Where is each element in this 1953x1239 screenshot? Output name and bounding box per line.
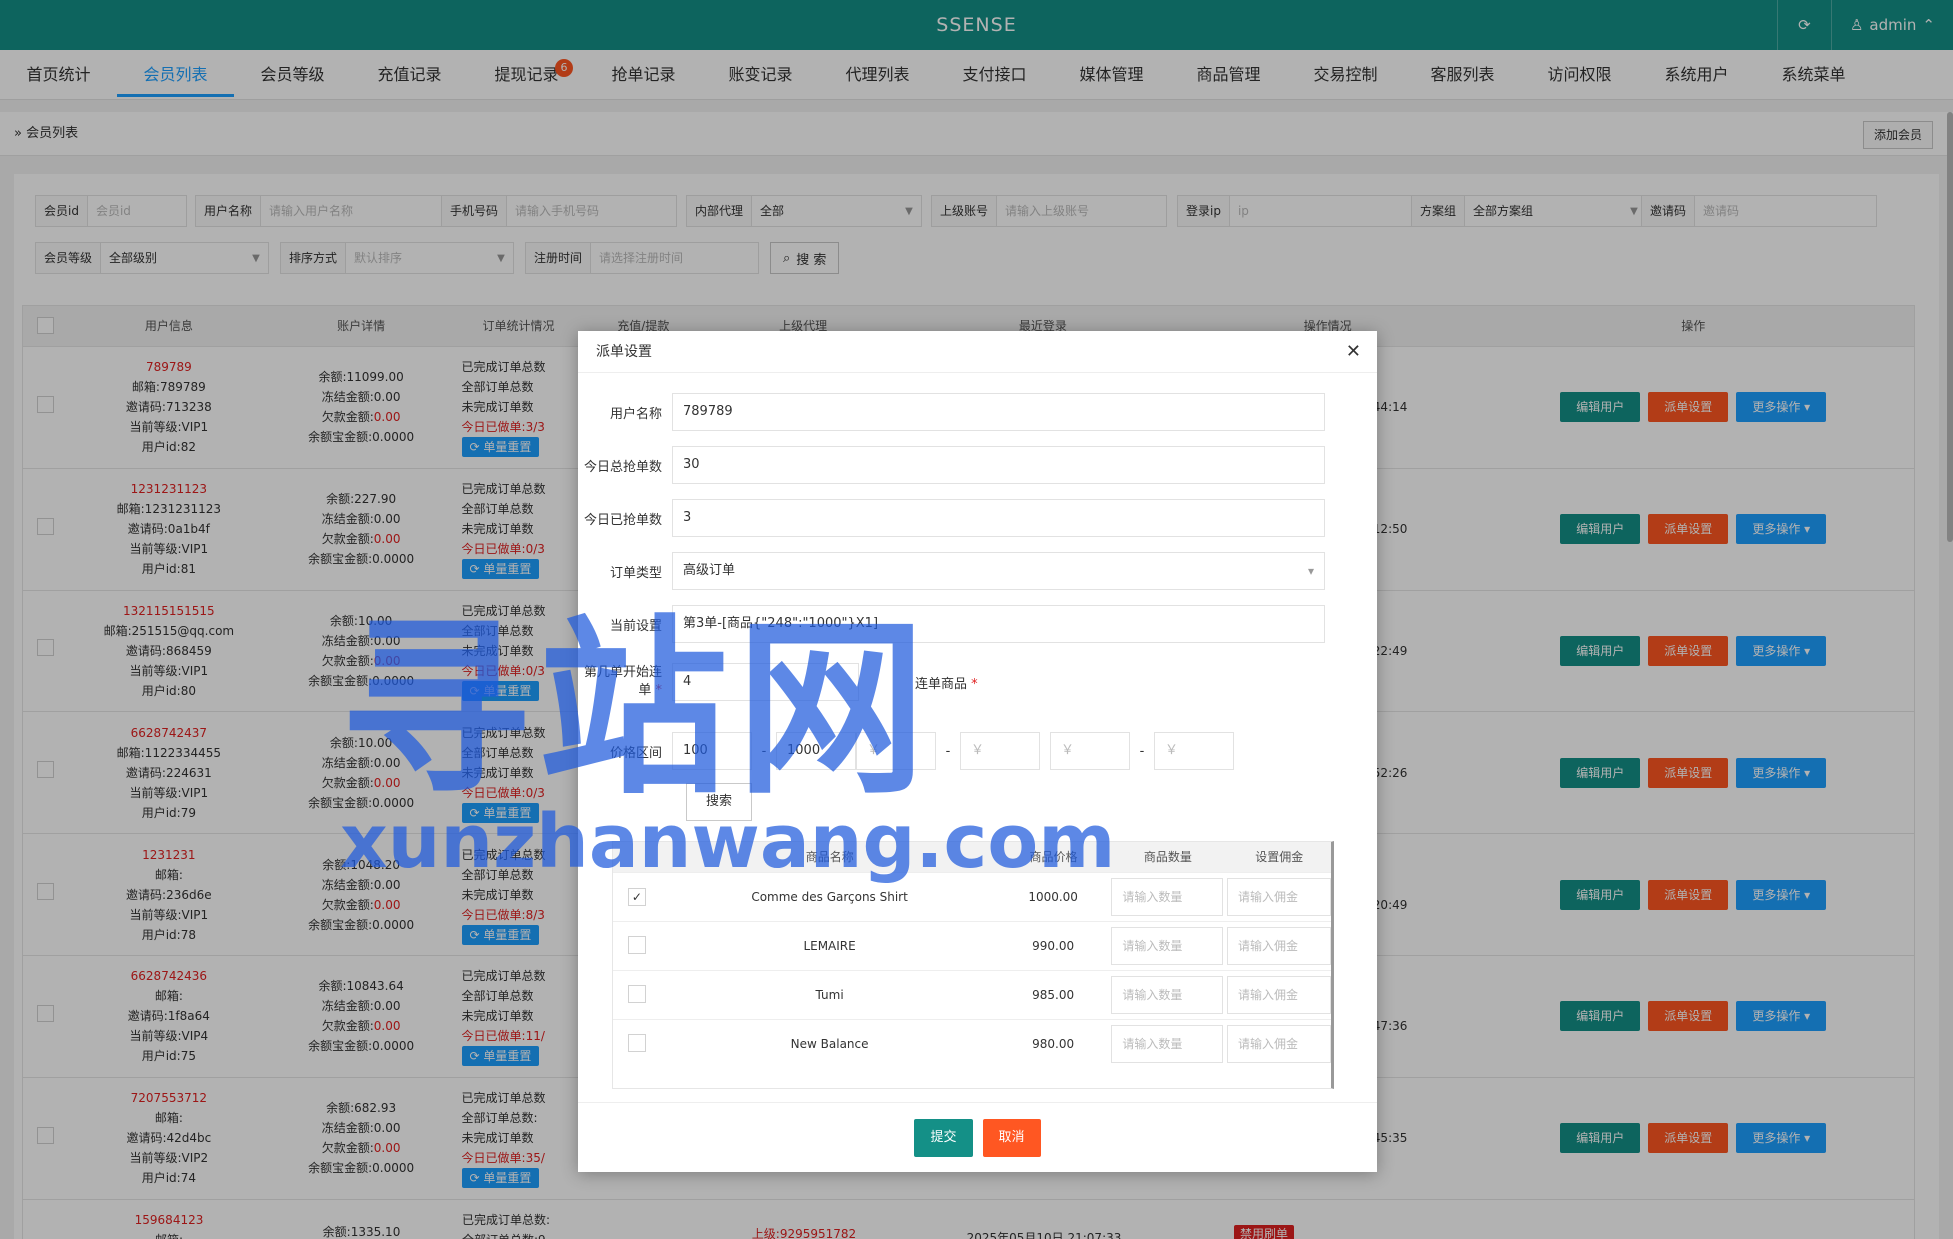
commission-input[interactable]: 请输入佣金 [1226, 927, 1331, 965]
price-label: 价格区间 [609, 745, 662, 761]
product-table-body: ✓ Comme des Garçons Shirt 1000.00 请输入数量 请输入佣… [613, 872, 1331, 1068]
range-dash: - [761, 743, 767, 759]
product-price: 985.00 [1032, 988, 1075, 1002]
product-checkbox[interactable] [627, 984, 646, 1003]
product-row: New Balance 980.00 请输入数量 请输入佣金 [613, 1019, 1331, 1068]
price-row: 价格区间 100 - 1000 ￥ - ￥ ￥ - ￥ [578, 732, 1234, 770]
product-row: Tumi 985.00 请输入数量 请输入佣金 [613, 970, 1331, 1019]
username-field[interactable]: 789789 [672, 393, 1325, 431]
commission-input[interactable]: 请输入佣金 [1226, 878, 1331, 916]
product-select-cell: ✓ [613, 888, 661, 906]
qty-cell: 请输入数量 [1108, 976, 1227, 1014]
qty-cell: 请输入数量 [1108, 927, 1227, 965]
total-row: 今日总抢单数 30 [578, 446, 1325, 484]
quantity-input[interactable]: 请输入数量 [1111, 878, 1224, 916]
product-table-header: 商品名称 商品价格 商品数量 设置佣金 [613, 842, 1331, 872]
done-orders-field[interactable]: 3 [672, 499, 1325, 537]
start-row: 第几单开始连单 * 4 连单商品 * [578, 658, 978, 706]
range-dash: - [1139, 743, 1145, 759]
caret-down-icon: ▾ [1307, 564, 1314, 578]
quantity-input[interactable]: 请输入数量 [1111, 1025, 1224, 1063]
type-row: 订单类型 高级订单 ▾ [578, 552, 1325, 590]
product-name: New Balance [790, 1037, 869, 1051]
modal-header: 派单设置 ✕ [578, 331, 1377, 373]
commission-cell: 请输入佣金 [1226, 976, 1331, 1014]
qty-cell: 请输入数量 [1108, 878, 1227, 916]
username-label: 用户名称 [609, 406, 662, 422]
quantity-input[interactable]: 请输入数量 [1111, 976, 1224, 1014]
product-name: Comme des Garçons Shirt [751, 890, 908, 904]
done-row: 今日已抢单数 3 [578, 499, 1325, 537]
modal-search-button[interactable]: 搜索 [686, 783, 752, 821]
col-commission: 设置佣金 [1255, 850, 1304, 864]
current-label: 当前设置 [609, 618, 662, 634]
current-setting-field[interactable]: 第3单-[商品{"248":"1000"}X1] [672, 605, 1325, 643]
username-row: 用户名称 789789 [578, 393, 1325, 431]
col-product-qty: 商品数量 [1143, 850, 1192, 864]
order-type-value: 高级订单 [683, 563, 736, 578]
product-table: 商品名称 商品价格 商品数量 设置佣金 ✓ Comme des Garçons S… [612, 841, 1334, 1089]
total-orders-field[interactable]: 30 [672, 446, 1325, 484]
product-price: 980.00 [1032, 1037, 1075, 1051]
quantity-input[interactable]: 请输入数量 [1111, 927, 1224, 965]
commission-cell: 请输入佣金 [1226, 1025, 1331, 1063]
price-max-field[interactable]: 1000 [776, 732, 856, 770]
product-row: LEMAIRE 990.00 请输入数量 请输入佣金 [613, 921, 1331, 970]
range-dash: - [945, 743, 951, 759]
linked-goods-label: 连单商品 * [915, 676, 978, 692]
commission-cell: 请输入佣金 [1226, 927, 1331, 965]
done-label: 今日已抢单数 [583, 512, 662, 528]
close-icon[interactable]: ✕ [1346, 331, 1361, 373]
product-checkbox[interactable] [627, 1033, 646, 1052]
product-checkbox[interactable] [627, 935, 646, 954]
price-max-3-field[interactable]: ￥ [1154, 732, 1234, 770]
start-order-field[interactable]: 4 [672, 663, 859, 701]
product-row: ✓ Comme des Garçons Shirt 1000.00 请输入数量 请输入佣… [613, 872, 1331, 921]
modal-footer: 提交 取消 [578, 1102, 1377, 1172]
qty-cell: 请输入数量 [1108, 1025, 1227, 1063]
price-min-field[interactable]: 100 [672, 732, 752, 770]
product-name: LEMAIRE [803, 939, 856, 953]
price-min-3-field[interactable]: ￥ [1050, 732, 1130, 770]
total-label: 今日总抢单数 [583, 459, 662, 475]
product-price: 990.00 [1032, 939, 1075, 953]
dispatch-settings-modal: 派单设置 ✕ 用户名称 789789 今日总抢单数 30 今日已抢单数 3 订单… [578, 331, 1377, 1172]
checked-checkbox[interactable]: ✓ [627, 888, 646, 906]
price-min-2-field[interactable]: ￥ [856, 732, 936, 770]
price-max-2-field[interactable]: ￥ [960, 732, 1040, 770]
start-label: 第几单开始连单 * [583, 665, 662, 698]
submit-button[interactable]: 提交 [914, 1118, 973, 1157]
type-label: 订单类型 [609, 565, 662, 581]
commission-cell: 请输入佣金 [1226, 878, 1331, 916]
commission-input[interactable]: 请输入佣金 [1226, 976, 1331, 1014]
commission-input[interactable]: 请输入佣金 [1226, 1025, 1331, 1063]
current-row: 当前设置 第3单-[商品{"248":"1000"}X1] [578, 605, 1325, 643]
cancel-button[interactable]: 取消 [982, 1118, 1041, 1157]
col-product-name: 商品名称 [805, 850, 854, 864]
order-type-select[interactable]: 高级订单 ▾ [672, 552, 1325, 590]
product-price: 1000.00 [1028, 890, 1078, 904]
product-name: Tumi [815, 988, 844, 1002]
product-select-cell [613, 1033, 661, 1055]
modal-title: 派单设置 [596, 344, 652, 360]
product-select-cell [613, 935, 661, 957]
product-select-cell [613, 984, 661, 1006]
col-product-price: 商品价格 [1029, 850, 1078, 864]
